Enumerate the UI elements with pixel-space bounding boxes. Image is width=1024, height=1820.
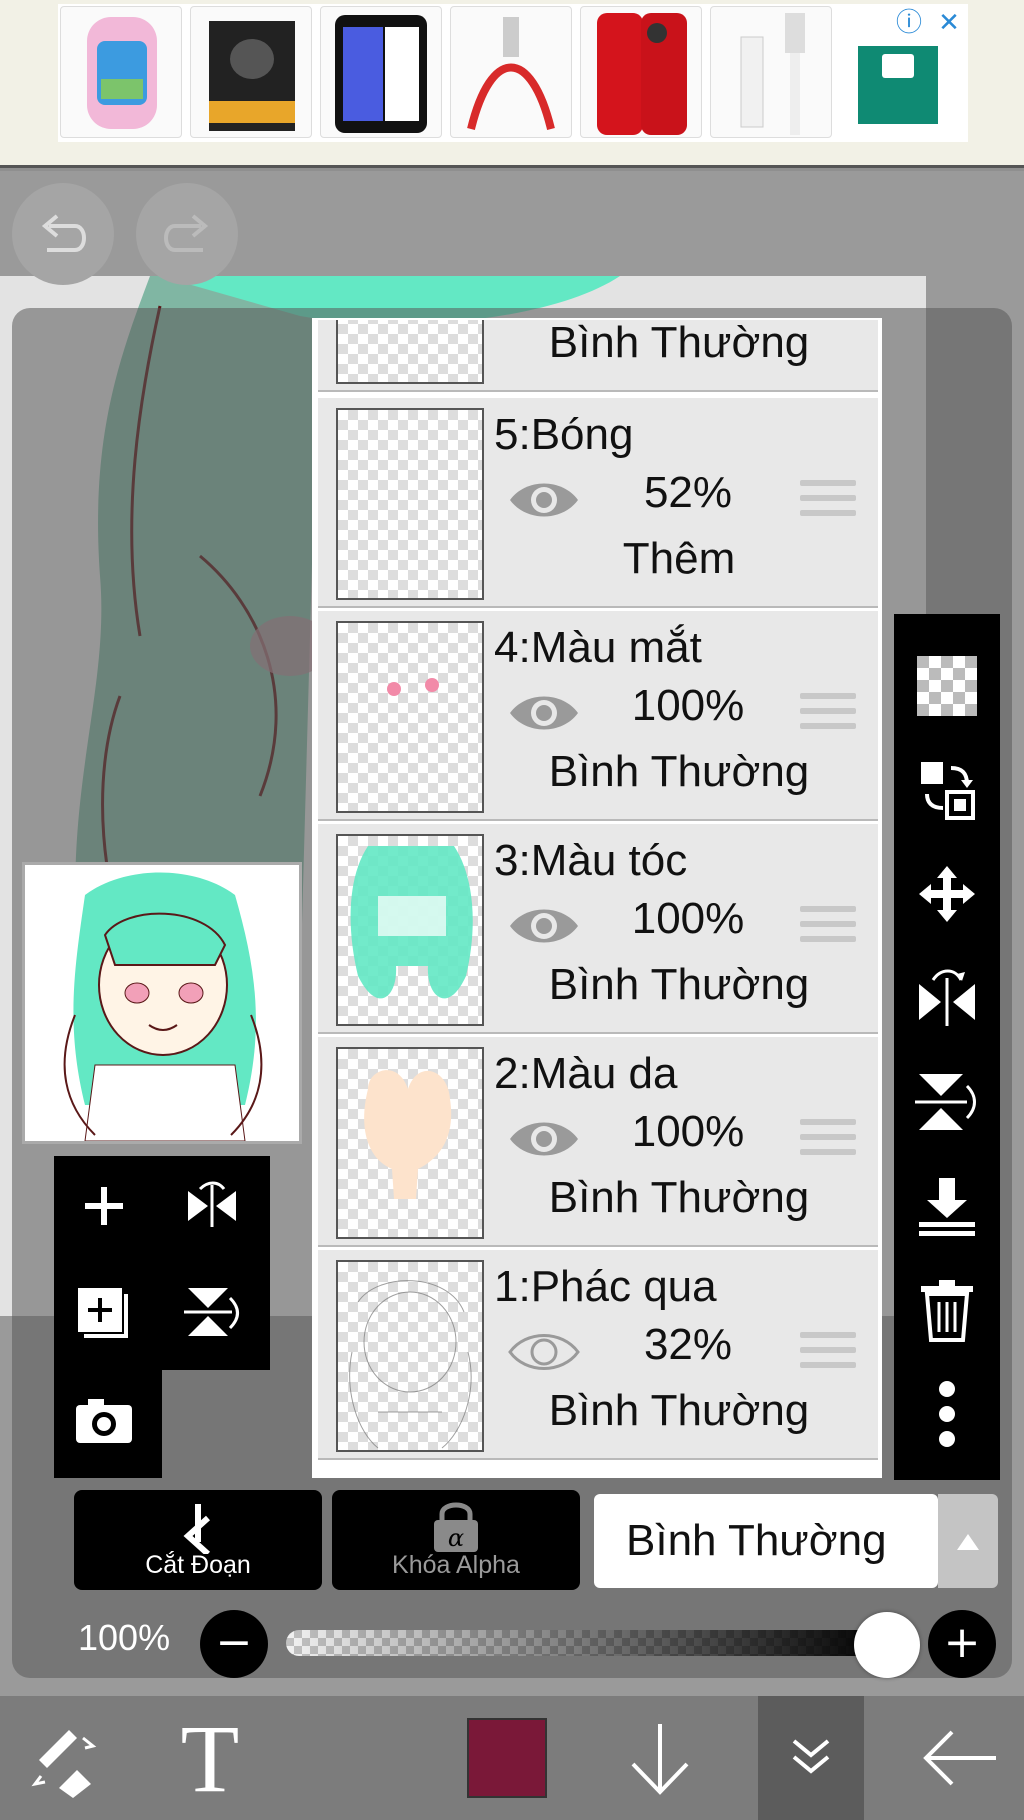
canvas-preview[interactable] — [22, 862, 302, 1144]
current-color-swatch — [467, 1718, 547, 1798]
trash-icon[interactable] — [907, 1258, 987, 1362]
eye-icon[interactable] — [506, 476, 582, 524]
layer-thumbnail — [336, 320, 484, 384]
ad-product-screen-protector-box[interactable] — [190, 6, 312, 138]
layers-toggle-button[interactable] — [758, 1696, 864, 1820]
layer-name: 4:Màu mắt — [494, 623, 702, 672]
duplicate-layer-button[interactable] — [54, 1262, 154, 1362]
text-tool-icon: T — [180, 1704, 240, 1812]
opacity-slider-knob[interactable] — [854, 1612, 920, 1678]
bottom-toolbar: T — [0, 1696, 1024, 1820]
layers-panel[interactable]: Bình Thường 5:Bóng 52% Thêm 4:Màu mắt 10… — [312, 318, 882, 1478]
drag-handle-icon[interactable] — [800, 1332, 856, 1377]
layer-name: 1:Phác qua — [494, 1262, 717, 1311]
alpha-lock-button[interactable]: α Khóa Alpha — [332, 1490, 580, 1590]
merge-down-icon[interactable] — [907, 1154, 987, 1258]
more-options-icon[interactable] — [907, 1362, 987, 1466]
ad-product-tempered-glass[interactable] — [320, 6, 442, 138]
clipping-label: Cắt Đoạn — [145, 1551, 251, 1579]
opacity-increase-button[interactable]: + — [928, 1610, 996, 1678]
layer-blend-mode: Bình Thường — [548, 747, 810, 796]
svg-text:α: α — [448, 1524, 464, 1552]
opacity-label: 100% — [78, 1617, 171, 1658]
layer-blend-mode: Thêm — [622, 534, 736, 583]
alpha-lock-label: Khóa Alpha — [392, 1551, 520, 1579]
layer-name: 2:Màu da — [494, 1049, 678, 1098]
layer-name: 5:Bóng — [494, 410, 634, 459]
ad-product-cable-red[interactable] — [450, 6, 572, 138]
layer-name: 3:Màu tóc — [494, 836, 688, 885]
ad-product-smartwatch[interactable] — [60, 6, 182, 138]
brush-eraser-toggle-icon[interactable] — [20, 1696, 110, 1820]
transparent-fill-icon[interactable] — [907, 634, 987, 738]
layer-opacity: 100% — [631, 894, 745, 943]
layer-blend-mode: Bình Thường — [548, 318, 810, 367]
right-toolbar — [894, 614, 1000, 1480]
layer-opacity: 100% — [631, 1107, 745, 1156]
color-swatch-button[interactable] — [462, 1696, 552, 1820]
layer-opacity: 100% — [631, 681, 745, 730]
arrow-down-icon[interactable] — [618, 1696, 702, 1820]
eye-icon[interactable] — [506, 902, 582, 950]
add-layer-button[interactable] — [54, 1156, 154, 1256]
drag-handle-icon[interactable] — [800, 480, 856, 525]
drag-handle-icon[interactable] — [800, 693, 856, 738]
close-icon[interactable]: ✕ — [932, 6, 966, 40]
text-tool-button[interactable]: T — [160, 1696, 260, 1820]
drag-handle-icon[interactable] — [800, 1119, 856, 1164]
layer-opacity: 52% — [643, 468, 733, 517]
layer-thumbnail — [336, 621, 484, 813]
drag-handle-icon[interactable] — [800, 906, 856, 951]
layer-thumbnail — [336, 408, 484, 600]
eye-off-icon[interactable] — [506, 1328, 582, 1376]
layer-blend-mode: Bình Thường — [548, 1386, 810, 1435]
layer-thumbnail — [336, 834, 484, 1026]
layer-thumbnail — [336, 1260, 484, 1452]
ad-banner[interactable]: ⓘ ✕ — [0, 0, 1024, 168]
layer-blend-mode: Bình Thường — [548, 1173, 810, 1222]
back-arrow-icon[interactable] — [910, 1696, 1010, 1820]
camera-icon[interactable] — [54, 1370, 154, 1470]
layer-row-3[interactable]: 3:Màu tóc 100% Bình Thường — [318, 824, 878, 1034]
layer-row-4[interactable]: 4:Màu mắt 100% Bình Thường — [318, 611, 878, 821]
eye-icon[interactable] — [506, 689, 582, 737]
ad-products[interactable] — [58, 4, 968, 142]
layer-opacity: 32% — [643, 1320, 733, 1369]
flip-layer-horizontal-button[interactable] — [162, 1156, 262, 1256]
layer-thumbnail — [336, 1047, 484, 1239]
move-icon[interactable] — [907, 842, 987, 946]
flip-horizontal-icon[interactable] — [907, 946, 987, 1050]
undo-button[interactable] — [12, 183, 114, 285]
layer-blend-mode: Bình Thường — [548, 960, 810, 1009]
ad-product-iphone-red[interactable] — [580, 6, 702, 138]
eye-icon[interactable] — [506, 1115, 582, 1163]
clipping-button[interactable]: Cắt Đoạn — [74, 1490, 322, 1590]
layer-row-1[interactable]: 1:Phác qua 32% Bình Thường — [318, 1250, 878, 1460]
blend-mode-select[interactable]: Bình Thường — [594, 1494, 938, 1588]
opacity-decrease-button[interactable]: − — [200, 1610, 268, 1678]
layer-row-partial[interactable]: Bình Thường — [318, 318, 878, 392]
opacity-slider[interactable] — [286, 1630, 886, 1656]
layer-row-5[interactable]: 5:Bóng 52% Thêm — [318, 398, 878, 608]
ad-product-usb-cable[interactable] — [710, 6, 832, 138]
swap-layer-icon[interactable] — [907, 738, 987, 842]
redo-button[interactable] — [136, 183, 238, 285]
flip-layer-vertical-button[interactable] — [162, 1262, 262, 1362]
flip-vertical-icon[interactable] — [907, 1050, 987, 1154]
layer-row-2[interactable]: 2:Màu da 100% Bình Thường — [318, 1037, 878, 1247]
ad-logo[interactable] — [858, 46, 938, 124]
info-icon[interactable]: ⓘ — [892, 6, 926, 40]
ad-controls[interactable]: ⓘ ✕ — [892, 6, 966, 40]
blend-mode-dropdown-button[interactable] — [938, 1494, 998, 1588]
